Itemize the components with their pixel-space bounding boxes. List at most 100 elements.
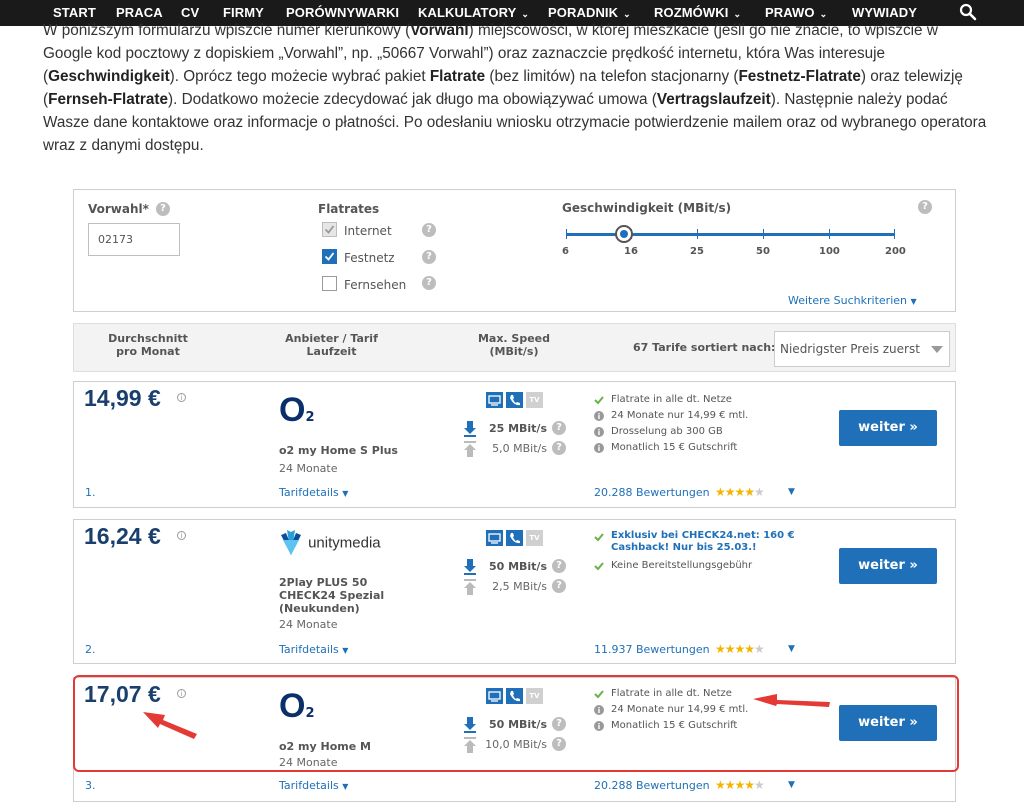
tariff-price: 14,99 € [84, 385, 161, 411]
info-icon[interactable]: i [177, 531, 186, 540]
slider-tick-label: 25 [690, 246, 704, 257]
tv-icon: TV [526, 688, 543, 704]
feature-item: Monatlich 15 € Gutschrift [611, 720, 738, 731]
reviews-link[interactable]: 20.288 Bewertungen [594, 486, 710, 499]
article-text: W poniższym formularzu wpiszcie numer ki… [43, 22, 987, 154]
upload-arrow-icon [464, 579, 476, 595]
results-header: Durchschnitt pro Monat Anbieter / Tarif La… [73, 323, 956, 372]
help-icon[interactable]: ? [422, 276, 436, 290]
col-provider[interactable]: Anbieter / Tarif Laufzeit [269, 332, 394, 358]
help-icon[interactable]: ? [552, 717, 566, 731]
phone-icon [506, 530, 523, 546]
nav-item-firmy[interactable]: FIRMY [223, 5, 264, 20]
festnetz-checkbox[interactable] [322, 249, 337, 264]
help-icon[interactable]: ? [422, 223, 436, 237]
chevron-down-icon[interactable]: ▼ [788, 487, 795, 497]
slider-tick-label: 200 [885, 246, 906, 257]
tariff-details-link[interactable]: Tarifdetails ▼ [279, 486, 348, 499]
phone-icon [506, 688, 523, 704]
upload-speed: 2,5 MBit/s [492, 580, 547, 593]
speed-slider-handle[interactable] [615, 225, 633, 243]
more-criteria-link[interactable]: Weitere Suchkriterien ▼ [788, 294, 917, 307]
nav-item-rozmowki[interactable]: ROZMÓWKI ⌄ [654, 5, 741, 20]
sort-label: 67 Tarife sortiert nach: [633, 341, 776, 354]
help-icon[interactable]: ? [552, 559, 566, 573]
tariff-row: 16,24 € i unitymedia 2Play PLUS 50 CHECK2… [73, 519, 956, 664]
download-arrow-icon [464, 559, 476, 575]
chevron-down-icon: ▼ [342, 782, 349, 791]
continue-button[interactable]: weiter » [839, 410, 937, 446]
continue-button[interactable]: weiter » [839, 705, 937, 741]
tv-icon: TV [526, 530, 543, 546]
info-icon[interactable]: i [177, 689, 186, 698]
check-icon [324, 225, 335, 234]
tariff-duration: 24 Monate [279, 618, 338, 631]
feature-item: Flatrate in alle dt. Netze [611, 688, 732, 699]
fernsehen-checkbox[interactable] [322, 276, 337, 291]
upload-speed: 5,0 MBit/s [492, 442, 547, 455]
help-icon[interactable]: ? [918, 200, 932, 214]
check-icon [594, 690, 604, 699]
nav-item-praca[interactable]: PRACA [116, 5, 163, 20]
tv-icon: TV [526, 392, 543, 408]
internet-icon [486, 688, 503, 704]
slider-tick [697, 229, 698, 239]
download-speed: 50 MBit/s [488, 560, 547, 573]
slider-tick [566, 229, 567, 239]
vorwahl-label: Vorwahl* [88, 202, 149, 216]
tariff-name: o2 my Home M [279, 740, 371, 753]
nav-item-porownywarki[interactable]: PORÓWNYWARKI [286, 5, 399, 20]
sort-select[interactable]: Niedrigster Preis zuerst [774, 331, 950, 367]
festnetz-label: Festnetz [344, 251, 395, 265]
info-icon[interactable]: i [177, 393, 186, 402]
help-icon[interactable]: ? [156, 202, 170, 216]
col-avg-price[interactable]: Durchschnitt pro Monat [94, 332, 202, 358]
tariff-details-link[interactable]: Tarifdetails ▼ [279, 643, 348, 656]
chevron-down-icon: ⌄ [521, 9, 530, 19]
nav-item-kalkulatory[interactable]: KALKULATORY ⌄ [418, 5, 529, 20]
nav-item-prawo[interactable]: PRAWO ⌄ [765, 5, 827, 20]
tariff-rank: 1. [85, 486, 96, 499]
slider-tick-label: 6 [562, 246, 569, 257]
nav-item-start[interactable]: START [53, 5, 96, 20]
chevron-down-icon: ▼ [342, 489, 349, 498]
chevron-down-icon: ▼ [910, 297, 917, 306]
slider-tick [894, 229, 895, 239]
chevron-down-icon [931, 346, 943, 353]
nav-item-wywiady[interactable]: WYWIADY [852, 5, 917, 20]
info-circle-icon [594, 721, 604, 731]
help-icon[interactable]: ? [552, 579, 566, 593]
info-circle-icon [594, 427, 604, 437]
tariff-row: 14,99 € i O2 o2 my Home S Plus 24 Monate… [73, 381, 956, 508]
unitymedia-logo: unitymedia [279, 530, 381, 556]
tariff-details-link[interactable]: Tarifdetails ▼ [279, 779, 348, 792]
chevron-down-icon: ⌄ [623, 9, 631, 19]
help-icon[interactable]: ? [552, 441, 566, 455]
nav-item-cv[interactable]: CV [181, 5, 199, 20]
help-icon[interactable]: ? [422, 250, 436, 264]
tariff-name: o2 my Home S Plus [279, 444, 398, 457]
flatrates-label: Flatrates [318, 202, 380, 216]
download-arrow-icon [464, 717, 476, 733]
help-icon[interactable]: ? [552, 737, 566, 751]
phone-icon [506, 392, 523, 408]
info-circle-icon [594, 443, 604, 453]
nav-item-poradnik[interactable]: PORADNIK ⌄ [548, 5, 631, 20]
reviews-link[interactable]: 20.288 Bewertungen [594, 779, 710, 792]
help-icon[interactable]: ? [552, 421, 566, 435]
slider-tick [829, 229, 830, 239]
reviews-link[interactable]: 11.937 Bewertungen [594, 643, 710, 656]
internet-icon [486, 530, 503, 546]
internet-icon [486, 392, 503, 408]
vorwahl-input[interactable] [88, 223, 180, 256]
internet-checkbox[interactable] [322, 222, 337, 237]
chevron-down-icon[interactable]: ▼ [788, 644, 795, 654]
star-rating: ★★★★★ [715, 642, 765, 656]
col-speed[interactable]: Max. Speed (MBit/s) [469, 332, 559, 358]
continue-button[interactable]: weiter » [839, 548, 937, 584]
slider-tick-label: 100 [819, 246, 840, 257]
chevron-down-icon: ▼ [342, 646, 349, 655]
tariff-row: 17,07 € i O2 o2 my Home M 24 Monate TV 5… [73, 677, 956, 802]
filter-panel: Vorwahl* ? Flatrates Internet ? Festnetz… [73, 189, 956, 312]
check-icon [594, 396, 604, 405]
